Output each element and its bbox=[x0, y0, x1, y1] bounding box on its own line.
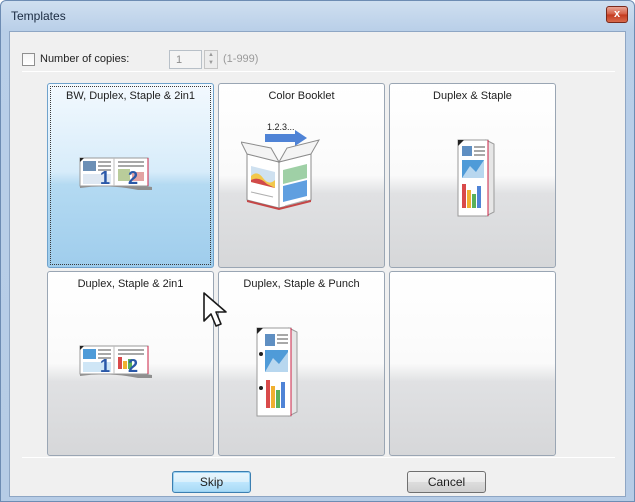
template-tile-empty[interactable] bbox=[389, 271, 556, 456]
page-number-one: 1 bbox=[100, 168, 110, 188]
templates-dialog: Templates x Number of copies: ▲ ▼ (1-999… bbox=[0, 0, 635, 502]
mouse-cursor-icon bbox=[203, 292, 227, 327]
color-booklet-icon: 1.2.3... bbox=[241, 122, 321, 210]
duplex-staple-icon bbox=[457, 139, 495, 217]
tile-label: Duplex, Staple & Punch bbox=[243, 278, 360, 290]
template-tile-bw-duplex-staple-2in1[interactable]: BW, Duplex, Staple & 2in1 1 2 bbox=[47, 83, 214, 268]
copies-row: Number of copies: ▲ ▼ (1-999) bbox=[22, 50, 622, 70]
booklet-2in1-icon: 1 2 bbox=[79, 157, 152, 190]
spin-up-icon[interactable]: ▲ bbox=[205, 51, 217, 59]
tile-label: Color Booklet bbox=[268, 90, 335, 102]
booklet-2in1-icon: 1 2 bbox=[79, 345, 152, 378]
tile-label: Duplex, Staple & 2in1 bbox=[77, 278, 184, 290]
dialog-title: Templates bbox=[11, 9, 66, 23]
copies-label: Number of copies: bbox=[40, 53, 130, 65]
page-number-two: 2 bbox=[128, 168, 138, 188]
copies-range: (1-999) bbox=[223, 53, 259, 65]
copies-spinner[interactable]: ▲ ▼ bbox=[204, 50, 218, 69]
title-bar[interactable]: Templates x bbox=[1, 1, 634, 31]
skip-button[interactable]: Skip bbox=[172, 471, 251, 493]
copies-checkbox[interactable] bbox=[22, 53, 35, 66]
duplex-staple-punch-icon bbox=[256, 327, 298, 417]
page-number-one: 1 bbox=[100, 356, 110, 376]
top-divider bbox=[22, 71, 615, 72]
bottom-divider bbox=[22, 457, 615, 458]
template-tile-duplex-staple-2in1[interactable]: Duplex, Staple & 2in1 1 2 bbox=[47, 271, 214, 456]
page-order-text: 1.2.3... bbox=[267, 122, 295, 132]
template-tile-color-booklet[interactable]: Color Booklet 1.2.3... bbox=[218, 83, 385, 268]
dialog-body: Number of copies: ▲ ▼ (1-999) BW, Duplex… bbox=[9, 31, 626, 497]
tile-label: Duplex & Staple bbox=[433, 90, 512, 102]
cancel-button[interactable]: Cancel bbox=[407, 471, 486, 493]
template-tile-duplex-staple-punch[interactable]: Duplex, Staple & Punch bbox=[218, 271, 385, 456]
spin-down-icon[interactable]: ▼ bbox=[205, 59, 217, 67]
tile-label: BW, Duplex, Staple & 2in1 bbox=[65, 90, 195, 102]
page-number-two: 2 bbox=[128, 356, 138, 376]
copies-input[interactable] bbox=[169, 50, 202, 69]
template-tile-duplex-staple[interactable]: Duplex & Staple bbox=[389, 83, 556, 268]
template-grid: BW, Duplex, Staple & 2in1 1 2 Color Book… bbox=[47, 83, 557, 456]
close-button[interactable]: x bbox=[606, 6, 628, 23]
